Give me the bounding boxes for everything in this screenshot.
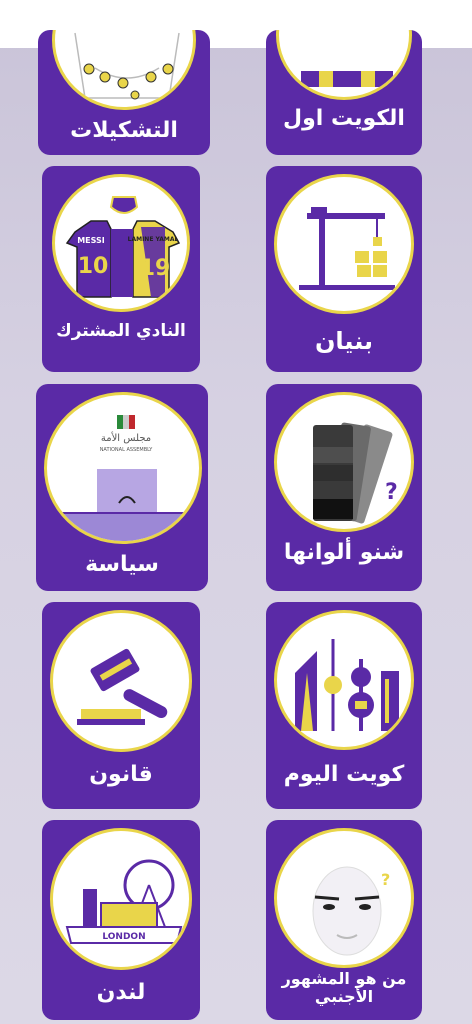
kuwait-towers-icon <box>274 610 414 750</box>
category-card-london[interactable]: LONDON لندن <box>42 820 200 1020</box>
svg-text:10: 10 <box>78 254 109 279</box>
category-card-shared-club[interactable]: MESSI 10 LAMINE YAMAL 19 النادي المشترك <box>42 166 200 372</box>
category-label: قانون <box>89 762 153 787</box>
color-swatch-icon: ? <box>274 392 414 532</box>
svg-text:NATIONAL ASSEMBLY: NATIONAL ASSEMBLY <box>100 447 154 453</box>
svg-text:19: 19 <box>140 256 171 281</box>
svg-text:MESSI: MESSI <box>77 236 105 245</box>
kuwait-flag-icon <box>276 30 412 100</box>
svg-text:?: ? <box>381 870 390 889</box>
jersey-icon: MESSI 10 LAMINE YAMAL 19 <box>52 174 190 312</box>
category-label: الكويت اول <box>283 106 405 131</box>
svg-text:LONDON: LONDON <box>102 932 145 942</box>
pitch-icon <box>52 30 196 110</box>
category-card-formations[interactable]: التشكيلات <box>38 30 210 155</box>
category-card-building[interactable]: بنيان <box>266 166 422 372</box>
svg-text:مجلس الأمة: مجلس الأمة <box>101 431 151 444</box>
category-card-foreign-celebrity[interactable]: ? من هو المشهور الأجنبي <box>266 820 422 1020</box>
london-icon: LONDON <box>50 828 192 970</box>
category-card-kuwait-today[interactable]: كويت اليوم <box>266 602 422 809</box>
category-label: كويت اليوم <box>283 762 405 787</box>
category-card-law[interactable]: قانون <box>42 602 200 809</box>
celebrity-face-icon: ? <box>274 828 414 968</box>
svg-text:?: ? <box>385 480 398 505</box>
category-label: النادي المشترك <box>56 321 186 341</box>
category-label: لندن <box>96 980 146 1005</box>
category-card-kuwait-first[interactable]: الكويت اول <box>266 30 422 155</box>
gavel-icon <box>50 610 192 752</box>
category-label: التشكيلات <box>70 118 178 143</box>
category-label: بنيان <box>314 327 374 355</box>
category-label: سياسة <box>85 552 159 577</box>
category-card-politics[interactable]: مجلس الأمة NATIONAL ASSEMBLY سياسة <box>36 384 208 591</box>
category-label: من هو المشهور الأجنبي <box>281 969 407 1007</box>
svg-text:LAMINE YAMAL: LAMINE YAMAL <box>128 236 179 243</box>
category-label: شنو ألوانها <box>283 540 405 565</box>
category-card-what-colors[interactable]: ? شنو ألوانها <box>266 384 422 591</box>
parliament-icon: مجلس الأمة NATIONAL ASSEMBLY <box>44 392 202 544</box>
crane-icon <box>274 174 414 314</box>
